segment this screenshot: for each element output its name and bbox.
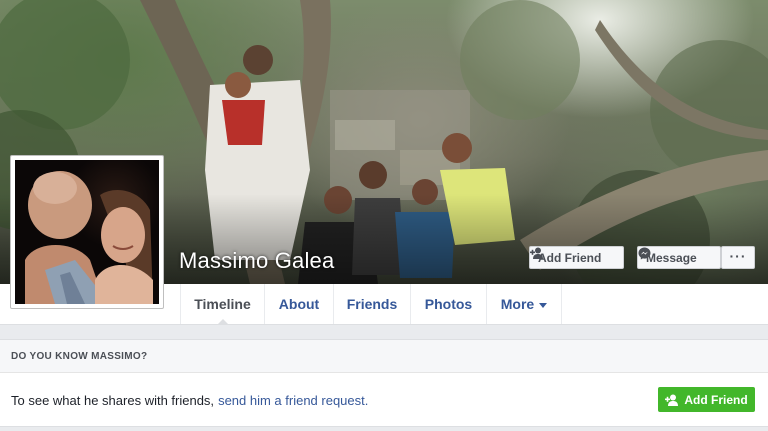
tab-about[interactable]: About xyxy=(264,284,333,324)
more-options-button[interactable]: ··· xyxy=(721,246,755,269)
do-you-know-box: DO YOU KNOW MASSIMO? To see what he shar… xyxy=(0,339,768,427)
do-you-know-header: DO YOU KNOW MASSIMO? xyxy=(0,340,768,373)
add-friend-label: Add Friend xyxy=(538,250,602,265)
tab-more-label: More xyxy=(500,296,535,312)
add-friend-green-label: Add Friend xyxy=(684,392,748,407)
message-button[interactable]: Message xyxy=(637,246,721,269)
do-you-know-body: To see what he shares with friends, send… xyxy=(0,373,768,427)
profile-name[interactable]: Massimo Galea xyxy=(179,248,334,274)
caret-down-icon xyxy=(539,302,548,308)
add-friend-icon xyxy=(665,394,679,406)
message-label: Message xyxy=(646,250,697,265)
tab-photos[interactable]: Photos xyxy=(410,284,486,324)
do-you-know-text: To see what he shares with friends, xyxy=(11,392,215,408)
profile-picture[interactable] xyxy=(10,155,164,309)
friend-request-link[interactable]: send him a friend request. xyxy=(218,393,368,408)
ellipsis-icon: ··· xyxy=(729,247,747,264)
add-friend-icon xyxy=(530,247,543,259)
tab-friends[interactable]: Friends xyxy=(333,284,410,324)
tab-more[interactable]: More xyxy=(486,284,562,324)
tab-timeline[interactable]: Timeline xyxy=(180,284,264,325)
add-friend-button[interactable]: Add Friend xyxy=(529,246,624,269)
profile-picture-image xyxy=(15,160,159,304)
add-friend-green-button[interactable]: Add Friend xyxy=(658,387,755,412)
messenger-icon xyxy=(638,247,651,260)
